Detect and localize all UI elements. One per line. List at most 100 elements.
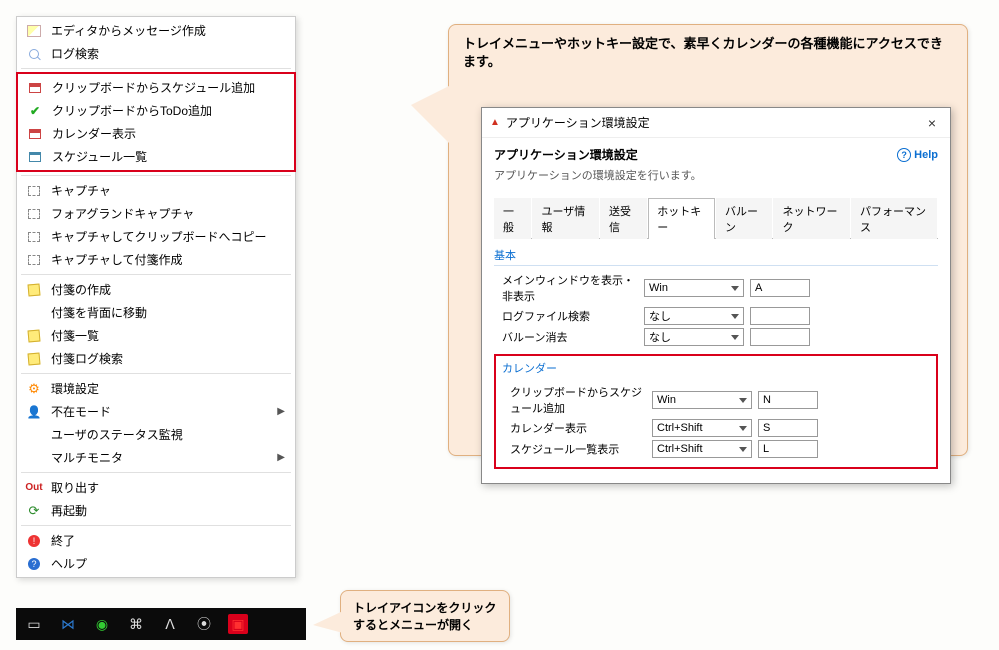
note-icon [25, 328, 43, 344]
menu-label: 環境設定 [51, 380, 285, 397]
menu-label: ヘルプ [51, 555, 285, 572]
capture-icon [25, 229, 43, 245]
calendar-icon [26, 126, 44, 142]
modifier-select[interactable]: なし [644, 328, 744, 346]
menu-item-capture[interactable]: キャプチャ [17, 179, 295, 202]
menu-label: キャプチャしてクリップボードへコピー [51, 228, 285, 245]
menu-item-log-search[interactable]: ログ検索 [17, 42, 295, 65]
tab-general[interactable]: 一般 [494, 198, 531, 239]
menu-item-clipboard-schedule[interactable]: クリップボードからスケジュール追加 [18, 76, 294, 99]
tab-performance[interactable]: パフォーマンス [851, 198, 937, 239]
help-link[interactable]: Help [897, 148, 938, 162]
dialog-heading: アプリケーション環境設定 [494, 146, 638, 163]
section-basic-title: 基本 [494, 247, 938, 266]
menu-item-capture-to-sticky[interactable]: キャプチャして付箋作成 [17, 248, 295, 271]
menu-label: ログ検索 [51, 45, 285, 62]
menu-item-sticky-back[interactable]: 付箋を背面に移動 [17, 301, 295, 324]
menu-item-settings[interactable]: ⚙環境設定 [17, 377, 295, 400]
tab-user-info[interactable]: ユーザ情報 [532, 198, 599, 239]
section-calendar: カレンダー クリップボードからスケジュール追加 Win N カレンダー表示 Ct… [494, 354, 938, 469]
section-calendar-title: カレンダー [502, 360, 930, 378]
menu-item-away-mode[interactable]: 👤不在モード▶ [17, 400, 295, 423]
menu-label: マルチモニタ [51, 449, 277, 466]
wifi-icon[interactable]: ⦿ [194, 614, 214, 634]
android-studio-icon[interactable]: ◉ [92, 614, 112, 634]
note-icon [25, 282, 43, 298]
menu-label: 不在モード [51, 403, 277, 420]
modifier-select[interactable]: Win [644, 279, 744, 297]
menu-item-sticky-log-search[interactable]: 付箋ログ検索 [17, 347, 295, 370]
menu-item-sticky-create[interactable]: 付箋の作成 [17, 278, 295, 301]
key-input[interactable]: L [758, 440, 818, 458]
menu-separator [21, 68, 291, 69]
menu-label: 再起動 [51, 502, 285, 519]
blank-icon [25, 305, 43, 321]
key-input[interactable] [750, 307, 810, 325]
capture-icon [25, 183, 43, 199]
search-icon [25, 46, 43, 62]
key-input[interactable]: N [758, 391, 818, 409]
key-input[interactable] [750, 328, 810, 346]
menu-group-capture: キャプチャ フォアグランドキャプチャ キャプチャしてクリップボードへコピー キャ… [17, 179, 295, 271]
taskbar: ▭ ⋈ ◉ ⌘ ᐱ ⦿ ▣ [16, 608, 306, 640]
modifier-select[interactable]: Win [652, 391, 752, 409]
tab-send-receive[interactable]: 送受信 [600, 198, 647, 239]
modifier-select[interactable]: なし [644, 307, 744, 325]
menu-item-help[interactable]: ?ヘルプ [17, 552, 295, 575]
callout-tail [313, 611, 343, 633]
hotkey-row-balloon-dismiss: バルーン消去 なし [494, 328, 938, 346]
menu-item-sticky-list[interactable]: 付箋一覧 [17, 324, 295, 347]
row-label: メインウィンドウを表示・非表示 [494, 272, 644, 304]
menu-label: 付箋ログ検索 [51, 350, 285, 367]
menu-item-calendar-view[interactable]: カレンダー表示 [18, 122, 294, 145]
callout-top-text: トレイメニューやホットキー設定で、素早くカレンダーの各種機能にアクセスできます。 [463, 35, 953, 71]
row-label: カレンダー表示 [502, 420, 652, 436]
chevron-up-icon[interactable]: ᐱ [160, 614, 180, 634]
tab-hotkey[interactable]: ホットキー [648, 198, 715, 239]
menu-label: 付箋の作成 [51, 281, 285, 298]
menu-label: フォアグランドキャプチャ [51, 205, 285, 222]
menu-item-eject[interactable]: Out取り出す [17, 476, 295, 499]
menu-item-schedule-list[interactable]: スケジュール一覧 [18, 145, 294, 168]
settings-tabs: 一般 ユーザ情報 送受信 ホットキー バルーン ネットワーク パフォーマンス [494, 197, 938, 239]
menu-separator [21, 175, 291, 176]
menu-item-editor-compose[interactable]: エディタからメッセージ作成 [17, 19, 295, 42]
user-icon: 👤 [25, 404, 43, 420]
close-button[interactable]: × [922, 115, 942, 131]
capture-icon [25, 252, 43, 268]
terminal-icon[interactable]: ▭ [24, 614, 44, 634]
people-icon[interactable]: ⌘ [126, 614, 146, 634]
menu-group-calendar: クリップボードからスケジュール追加 ✔クリップボードからToDo追加 カレンダー… [16, 72, 296, 172]
menu-label: クリップボードからスケジュール追加 [52, 79, 284, 96]
menu-item-restart[interactable]: ⟳再起動 [17, 499, 295, 522]
dialog-subtitle: アプリケーションの環境設定を行います。 [494, 167, 938, 183]
menu-label: 付箋一覧 [51, 327, 285, 344]
menu-group-sticky: 付箋の作成 付箋を背面に移動 付箋一覧 付箋ログ検索 [17, 278, 295, 370]
menu-label: エディタからメッセージ作成 [51, 22, 285, 39]
menu-item-exit[interactable]: !終了 [17, 529, 295, 552]
modifier-select[interactable]: Ctrl+Shift [652, 440, 752, 458]
menu-group-power: Out取り出す ⟳再起動 [17, 476, 295, 522]
app-icon: ▲ [490, 117, 500, 128]
hotkey-row-logsearch: ログファイル検索 なし [494, 307, 938, 325]
menu-item-clipboard-todo[interactable]: ✔クリップボードからToDo追加 [18, 99, 294, 122]
tab-balloon[interactable]: バルーン [716, 198, 773, 239]
menu-group-settings: ⚙環境設定 👤不在モード▶ ユーザのステータス監視 マルチモニタ▶ [17, 377, 295, 469]
row-label: バルーン消去 [494, 329, 644, 345]
menu-item-multimonitor[interactable]: マルチモニタ▶ [17, 446, 295, 469]
key-input[interactable]: A [750, 279, 810, 297]
tray-context-menu: エディタからメッセージ作成 ログ検索 クリップボードからスケジュール追加 ✔クリ… [16, 16, 296, 578]
modifier-select[interactable]: Ctrl+Shift [652, 419, 752, 437]
callout-top: トレイメニューやホットキー設定で、素早くカレンダーの各種機能にアクセスできます。… [448, 24, 968, 456]
menu-item-foreground-capture[interactable]: フォアグランドキャプチャ [17, 202, 295, 225]
menu-item-status-monitor[interactable]: ユーザのステータス監視 [17, 423, 295, 446]
menu-label: スケジュール一覧 [52, 148, 284, 165]
tab-network[interactable]: ネットワーク [773, 198, 849, 239]
key-input[interactable]: S [758, 419, 818, 437]
hotkey-row-calendar-view: カレンダー表示 Ctrl+Shift S [502, 419, 930, 437]
menu-item-capture-to-clipboard[interactable]: キャプチャしてクリップボードへコピー [17, 225, 295, 248]
vscode-icon[interactable]: ⋈ [58, 614, 78, 634]
app-tray-icon[interactable]: ▣ [228, 614, 248, 634]
menu-label: カレンダー表示 [52, 125, 284, 142]
row-label: クリップボードからスケジュール追加 [502, 384, 652, 416]
